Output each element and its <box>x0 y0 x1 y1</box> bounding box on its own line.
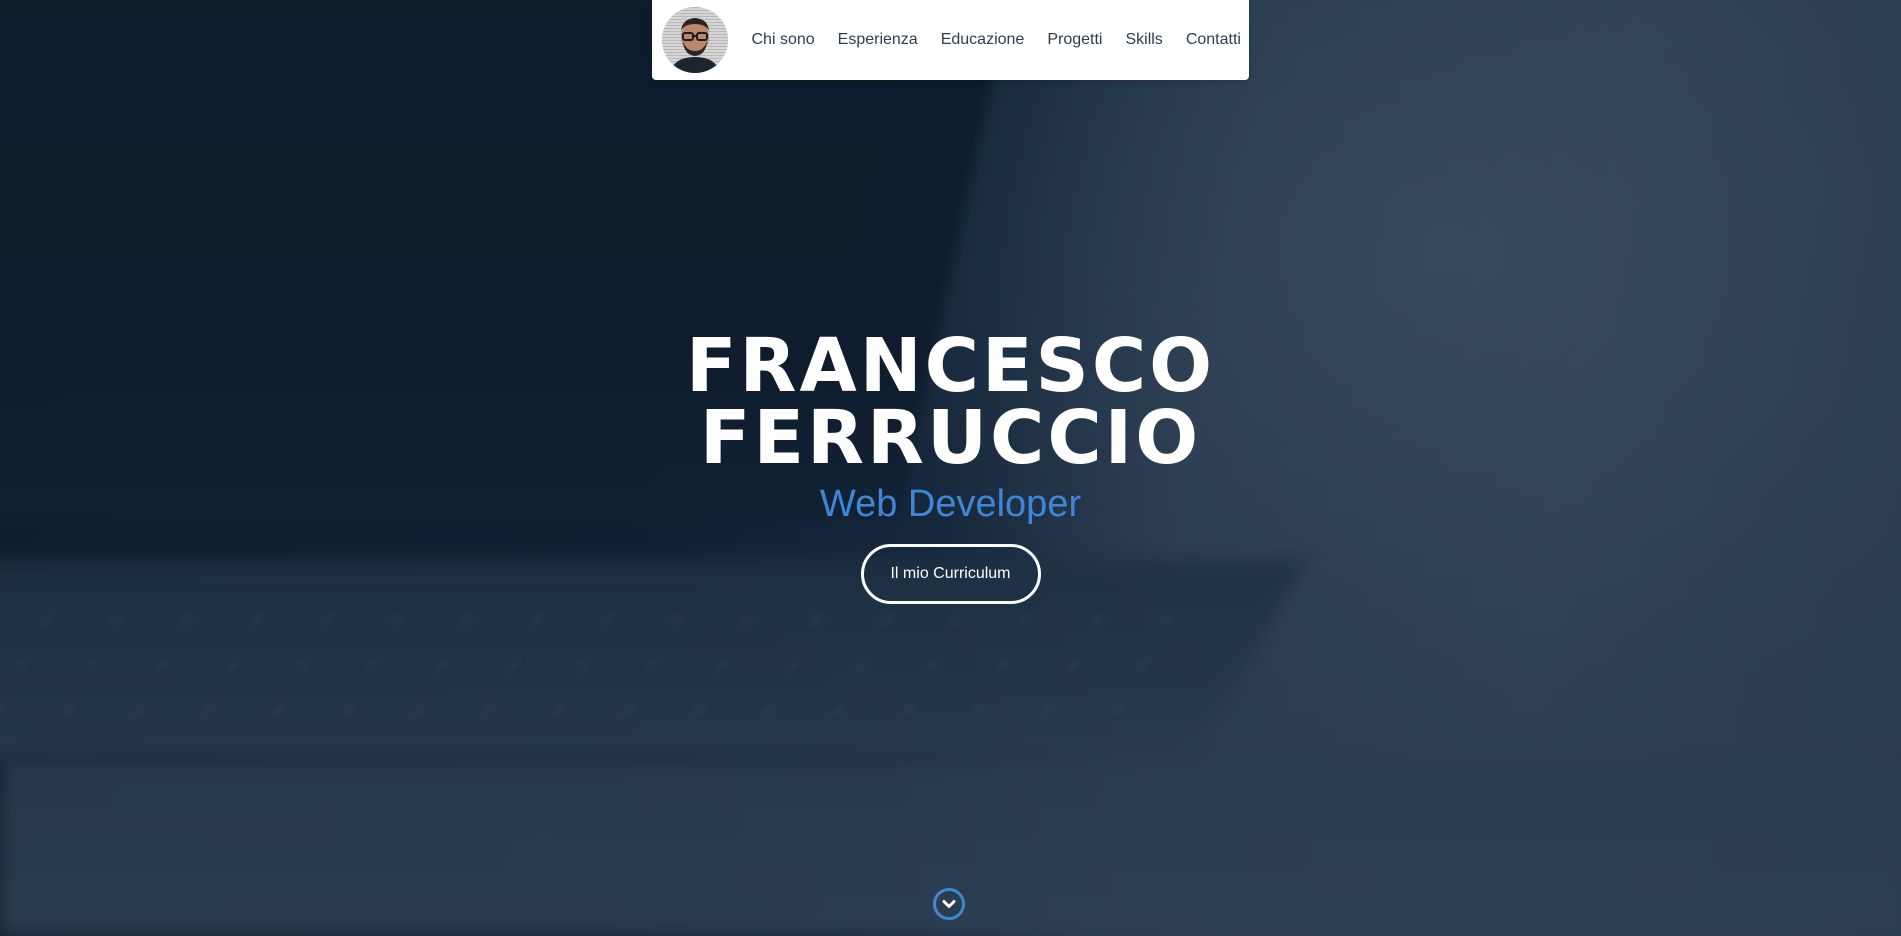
nav-link-esperienza[interactable]: Esperienza <box>826 31 929 48</box>
avatar-photo <box>662 7 728 73</box>
hero-section: Chi sono Esperienza Educazione Progetti … <box>0 0 1901 936</box>
nav-link-skills[interactable]: Skills <box>1114 31 1174 48</box>
hero-content: FRANCESCO FERRUCCIO Web Developer Il mio… <box>0 329 1901 604</box>
chevron-down-icon <box>942 900 956 908</box>
navbar: Chi sono Esperienza Educazione Progetti … <box>652 0 1249 80</box>
avatar[interactable] <box>662 7 728 73</box>
nav-link-chi-sono[interactable]: Chi sono <box>740 31 826 48</box>
scroll-down-button[interactable] <box>933 888 965 920</box>
hero-name: FRANCESCO FERRUCCIO <box>0 329 1901 475</box>
nav-menu: Chi sono Esperienza Educazione Progetti … <box>740 0 1252 80</box>
curriculum-button[interactable]: Il mio Curriculum <box>860 544 1041 604</box>
nav-link-progetti[interactable]: Progetti <box>1036 31 1114 48</box>
nav-link-contatti[interactable]: Contatti <box>1174 31 1252 48</box>
nav-link-educazione[interactable]: Educazione <box>929 31 1036 48</box>
hero-role: Web Developer <box>819 483 1082 525</box>
hero-name-last: FERRUCCIO <box>699 395 1202 481</box>
